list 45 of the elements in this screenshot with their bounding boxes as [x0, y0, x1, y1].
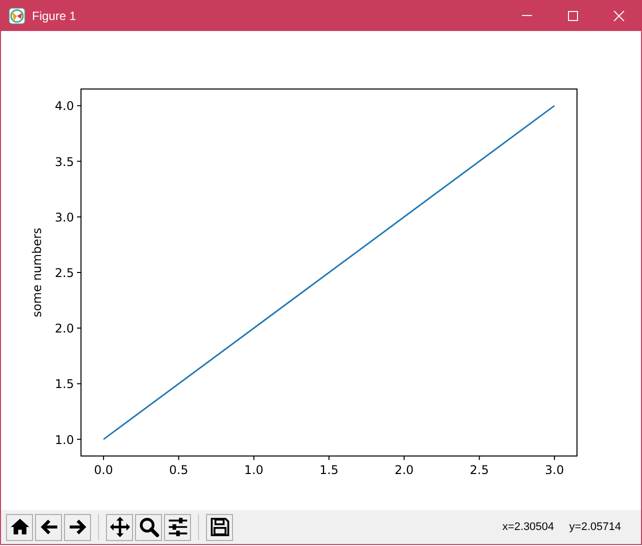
- maximize-icon: [567, 10, 579, 22]
- tick-mark: [103, 456, 104, 460]
- tick-label: 1.0: [54, 432, 74, 447]
- tick-label: 3.0: [544, 463, 564, 477]
- tick-mark: [76, 105, 82, 106]
- tick-mark: [554, 456, 555, 460]
- tick-mark: [478, 456, 480, 460]
- app-icon: [8, 6, 26, 24]
- axis-label: some numbers: [30, 228, 44, 318]
- tick-mark: [404, 456, 405, 460]
- close-icon: [613, 10, 625, 22]
- tick-mark: [76, 438, 82, 440]
- tick-mark: [76, 160, 82, 162]
- tick-mark: [253, 456, 254, 460]
- tick-label: 2.0: [394, 463, 414, 477]
- minimize-icon: [522, 15, 532, 16]
- tick-label: 3.0: [54, 210, 74, 224]
- cursor-coordinates: x=2.30504 y=2.05714: [502, 521, 621, 533]
- pan-button[interactable]: [106, 514, 133, 540]
- tick-label: 1.5: [54, 377, 74, 392]
- tick-mark: [76, 216, 82, 218]
- tick-label: 1.5: [319, 463, 339, 477]
- zoom-button[interactable]: [135, 514, 162, 540]
- tick-label: 3.5: [54, 154, 74, 169]
- tick-mark: [178, 456, 180, 460]
- sliders-icon: [166, 516, 188, 538]
- search-icon: [138, 516, 160, 538]
- tick-mark: [328, 456, 330, 460]
- tick-label: 4.0: [54, 99, 74, 114]
- tick-label: 0.0: [94, 463, 114, 477]
- tick-mark: [76, 383, 82, 384]
- tick-mark: [76, 272, 82, 273]
- tick-label: 0.5: [169, 463, 188, 477]
- tick-label: 2.5: [470, 463, 489, 477]
- tick-label: 2.0: [54, 322, 74, 336]
- save-button[interactable]: [206, 514, 233, 540]
- tick-mark: [76, 328, 82, 329]
- tick-label: 1.0: [244, 463, 264, 477]
- home-button[interactable]: [6, 514, 33, 540]
- window-title: Figure 1: [32, 8, 76, 22]
- move-icon: [108, 516, 130, 538]
- back-button[interactable]: [35, 514, 62, 540]
- configure-button[interactable]: [164, 514, 191, 540]
- tick-label: 2.5: [54, 266, 74, 280]
- forward-button[interactable]: [64, 514, 91, 540]
